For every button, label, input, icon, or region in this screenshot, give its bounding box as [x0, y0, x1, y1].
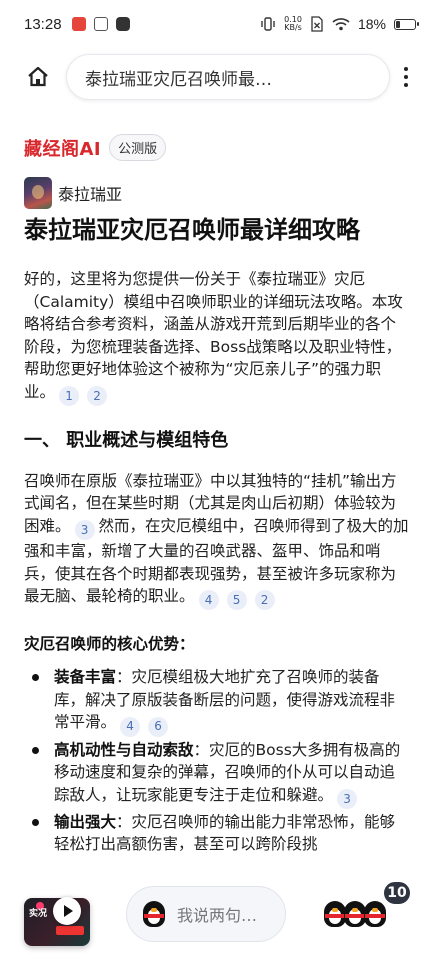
brand-logo: 藏经阁AI [24, 138, 102, 160]
battery-percent: 18% [357, 16, 386, 32]
list-item: 高机动性与自动索敌：灾厄的Boss大多拥有极高的移动速度和复杂的弹幕，召唤师的仆… [24, 739, 410, 809]
comment-placeholder: 我说两句… [177, 906, 258, 925]
home-icon [28, 66, 48, 87]
sim-off-icon [311, 16, 323, 32]
net-speed-unit: KB/s [284, 23, 302, 32]
author-row[interactable]: 泰拉瑞亚 [24, 177, 122, 209]
citation-badge[interactable]: 1 [59, 385, 80, 406]
list-item: 装备丰富：灾厄模组极大地扩充了召唤师的装备库，解决了原版装备断层的问题，使得游戏… [24, 666, 410, 737]
brand-row: 藏经阁AI 公测版 [24, 134, 167, 161]
beta-badge: 公测版 [109, 134, 167, 161]
advantages-list: 装备丰富：灾厄模组极大地扩充了召唤师的装备库，解决了原版装备断层的问题，使得游戏… [24, 666, 410, 856]
play-icon[interactable] [53, 897, 81, 925]
penguin-mascot-icon [139, 899, 169, 929]
citation-badge[interactable]: 2 [254, 590, 275, 611]
app-notification-icon [115, 17, 130, 31]
section-paragraph: 召唤师在原版《泰拉瑞亚》中以其独特的“挂机”输出方式闻名，但在某些时期（尤其是肉… [24, 470, 410, 611]
citation-badge[interactable]: 2 [87, 385, 108, 406]
more-vertical-icon [404, 67, 408, 87]
app-notification-icon [71, 17, 86, 31]
intro-paragraph: 好的，这里将为您提供一份关于《泰拉瑞亚》灾厄（Calamity）模组中召唤师职业… [24, 268, 410, 406]
author-name[interactable]: 泰拉瑞亚 [58, 181, 122, 205]
article: 泰拉瑞亚灾厄召唤师最详细攻略 好的，这里将为您提供一份关于《泰拉瑞亚》灾厄（Ca… [24, 212, 410, 858]
wifi-icon [332, 18, 350, 31]
comment-count-badge: 10 [382, 880, 412, 906]
penguin-mascot-icon [360, 899, 390, 929]
citation-badge[interactable]: 4 [120, 716, 141, 737]
status-bar: 13:28 0.10 KB/s 18% [0, 0, 432, 48]
status-indicators: 0.10 KB/s 18% [260, 16, 419, 32]
list-item-title: 装备丰富 [54, 668, 117, 687]
article-title: 泰拉瑞亚灾厄召唤师最详细攻略 [24, 216, 360, 244]
more-options-button[interactable] [394, 61, 418, 93]
battery-icon [394, 18, 419, 30]
app-notification-icon [93, 17, 108, 31]
citation-badge[interactable]: 3 [337, 788, 358, 809]
list-item-title: 输出强大 [54, 812, 117, 831]
status-time: 13:28 [24, 15, 62, 33]
citation-badge[interactable]: 4 [198, 590, 219, 611]
citation-badge[interactable]: 5 [226, 590, 247, 611]
page-title-pill[interactable]: 泰拉瑞亚灾厄召唤师最… [66, 54, 390, 100]
citation-badge[interactable]: 3 [74, 520, 95, 540]
list-item-title: 高机动性与自动索敌 [54, 740, 194, 759]
home-button[interactable] [22, 61, 54, 93]
vibrate-icon [261, 17, 275, 31]
comment-input[interactable]: 我说两句… [126, 886, 286, 942]
author-avatar[interactable] [24, 177, 52, 209]
battery-fill [396, 20, 400, 28]
advantages-heading: 灾厄召唤师的核心优势： [24, 635, 195, 654]
citation-badge[interactable]: 6 [148, 716, 169, 737]
comments-button[interactable] [320, 897, 392, 931]
page-title-text: 泰拉瑞亚灾厄召唤师最… [85, 69, 272, 90]
net-speed: 0.10 KB/s [284, 16, 302, 32]
thumb-bar [56, 926, 84, 935]
section-heading: 一、 职业概述与模组特色 [24, 429, 229, 451]
video-thumb-text: 实况 [29, 909, 48, 919]
intro-text: 好的，这里将为您提供一份关于《泰拉瑞亚》灾厄（Calamity）模组中召唤师职业… [24, 270, 403, 401]
list-item: 输出强大：灾厄召唤师的输出能力非常恐怖，能够轻松打出高额伤害，甚至可以跨阶段挑 [24, 811, 410, 856]
top-bar: 泰拉瑞亚灾厄召唤师最… [0, 48, 432, 106]
